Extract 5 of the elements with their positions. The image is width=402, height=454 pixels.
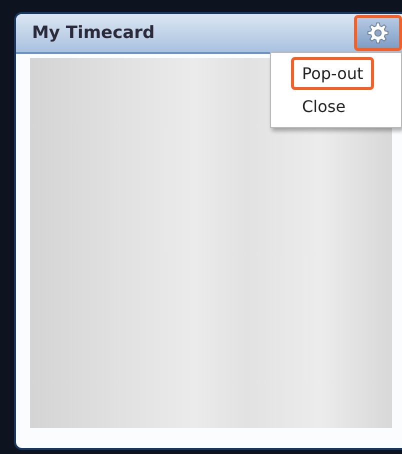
menu-item[interactable]: Close [291,90,357,123]
window-title: My Timecard [32,23,155,43]
settings-button[interactable] [354,15,402,51]
settings-icon [367,22,389,44]
menu-item[interactable]: Pop-out [291,57,374,90]
